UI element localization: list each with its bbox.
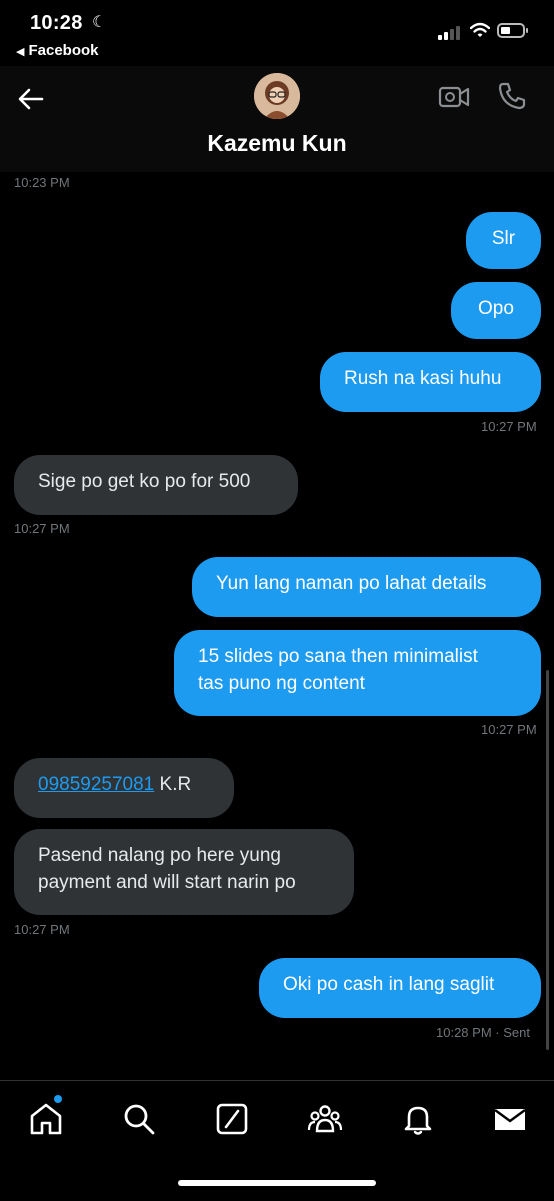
incoming-message[interactable]: Sige po get ko po for 500: [14, 455, 298, 515]
notifications-icon[interactable]: [400, 1101, 436, 1137]
back-to-app-link[interactable]: ◀ Facebook: [16, 42, 99, 59]
outgoing-message[interactable]: 15 slides po sana then minimalist tas pu…: [174, 630, 541, 716]
outgoing-message[interactable]: Opo: [451, 282, 541, 339]
grok-icon[interactable]: [214, 1101, 250, 1137]
message-timestamp: 10:27 PM: [481, 722, 537, 737]
contact-name[interactable]: Kazemu Kun: [0, 130, 554, 157]
communities-icon[interactable]: [307, 1101, 343, 1137]
outgoing-message[interactable]: Rush na kasi huhu: [320, 352, 541, 412]
home-indicator[interactable]: [178, 1180, 376, 1186]
message-status: 10:28 PM · Sent: [436, 1025, 530, 1040]
home-notification-dot: [54, 1095, 62, 1103]
phone-icon[interactable]: [496, 80, 528, 112]
back-triangle-icon: ◀: [16, 46, 25, 58]
status-bar: 10:28 ☾ ◀ Facebook: [0, 0, 554, 66]
message-timestamp: 10:27 PM: [481, 419, 537, 434]
phone-number-link[interactable]: 09859257081: [38, 774, 154, 795]
search-icon[interactable]: [121, 1101, 157, 1137]
messages-icon[interactable]: [492, 1101, 528, 1137]
status-time: 10:28: [30, 12, 83, 34]
message-line: tas puno ng content: [198, 673, 365, 694]
battery-icon: [497, 23, 528, 38]
video-call-icon[interactable]: [437, 82, 471, 112]
message-line: payment and will start narin po: [38, 872, 296, 893]
moon-icon: ☾: [92, 14, 107, 31]
message-line: Pasend nalang po here yung: [38, 845, 281, 866]
avatar-image: [254, 73, 300, 119]
incoming-message[interactable]: Pasend nalang po here yung payment and w…: [14, 829, 354, 915]
message-timestamp: 10:27 PM: [14, 521, 70, 536]
contact-avatar[interactable]: [254, 73, 300, 119]
outgoing-message[interactable]: Yun lang naman po lahat details: [192, 557, 541, 617]
message-line: 15 slides po sana then minimalist: [198, 646, 478, 667]
cellular-signal-icon: [438, 24, 462, 40]
message-text: K.R: [154, 774, 192, 795]
home-icon[interactable]: [28, 1101, 64, 1137]
wifi-icon: [470, 22, 490, 37]
message-timestamp: 10:27 PM: [14, 922, 70, 937]
scrollbar[interactable]: [546, 670, 549, 1050]
incoming-message[interactable]: 09859257081 K.R: [14, 758, 234, 818]
back-arrow-icon[interactable]: [16, 84, 46, 114]
outgoing-message[interactable]: Oki po cash in lang saglit: [259, 958, 541, 1018]
message-timestamp: 10:23 PM: [14, 175, 70, 190]
back-app-label: Facebook: [28, 42, 99, 59]
conversation-header: Kazemu Kun: [0, 66, 554, 172]
outgoing-message[interactable]: Slr: [466, 212, 541, 269]
